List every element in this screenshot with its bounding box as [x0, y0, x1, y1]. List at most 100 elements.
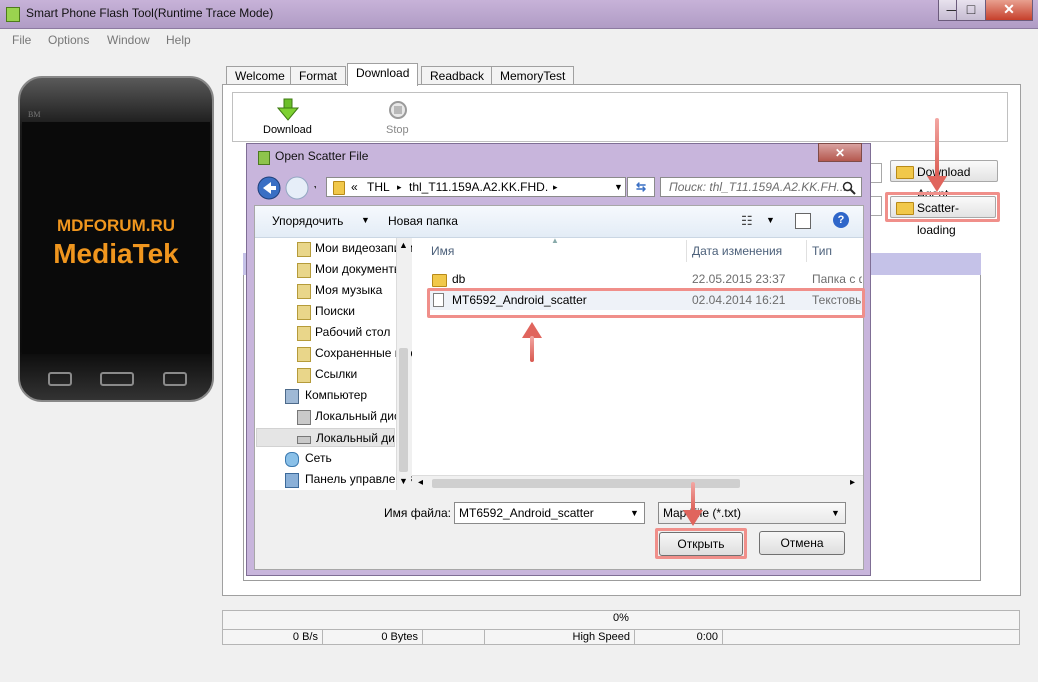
scroll-up-icon[interactable]: ▲ [399, 240, 408, 250]
maximize-button[interactable]: □ [956, 0, 986, 21]
scatter-loading-button[interactable]: Scatter-loading [890, 196, 996, 237]
saved-games-folder-icon [297, 347, 311, 362]
tab-format[interactable]: Format [290, 66, 347, 85]
nav-scroll-thumb[interactable] [399, 348, 408, 472]
help-icon[interactable]: ? [833, 212, 849, 228]
desktop-folder-icon [297, 326, 311, 341]
nav-label: Мои документы [315, 262, 403, 276]
filename-label: Имя файла: [384, 506, 451, 520]
status-speed: 0 B/s [223, 630, 323, 644]
back-key-icon [163, 372, 187, 386]
download-tool-label[interactable]: Download [263, 124, 312, 136]
status-mode: High Speed [485, 630, 635, 644]
breadcrumb-sep-icon: ▸ [553, 182, 558, 192]
menu-options[interactable]: Options [48, 33, 89, 47]
home-key-icon [100, 372, 134, 386]
scroll-down-icon[interactable]: ▼ [399, 476, 408, 486]
text-file-icon [433, 293, 444, 307]
network-icon [285, 452, 299, 467]
app-icon [6, 7, 20, 22]
view-chevron-icon[interactable]: ▼ [766, 215, 775, 225]
drive-icon [297, 436, 311, 444]
file-date: 02.04.2014 16:21 [692, 293, 786, 307]
tab-readback[interactable]: Readback [421, 66, 494, 85]
column-name[interactable]: Имя [431, 244, 454, 258]
annotation-arrow-down-icon [683, 510, 703, 526]
phone-brand: BM [28, 110, 41, 119]
file-hscrollbar[interactable]: ◂ ▸ [412, 475, 863, 491]
organize-chevron-icon: ▼ [361, 215, 370, 225]
menu-file[interactable]: File [12, 33, 31, 47]
new-folder-button[interactable]: Новая папка [388, 214, 458, 228]
annotation-arrow-down-icon [927, 176, 947, 192]
tab-welcome[interactable]: Welcome [226, 66, 294, 85]
breadcrumb-thl[interactable]: THL [367, 178, 390, 196]
download-arrow-icon[interactable] [277, 98, 299, 122]
address-bar[interactable]: « THL ▸ thl_T11.159A.A2.KK.FHD... ▸ ▼ [326, 177, 626, 197]
folder-icon [333, 181, 345, 195]
computer-icon [285, 389, 299, 404]
column-type[interactable]: Тип [812, 244, 832, 258]
refresh-icon[interactable]: ⇆ [627, 177, 655, 197]
search-icon[interactable] [842, 181, 856, 195]
tab-download[interactable]: Download [347, 63, 419, 86]
menu-window[interactable]: Window [107, 33, 150, 47]
scatter-loading-label: Scatter-loading [917, 201, 960, 237]
column-date[interactable]: Дата изменения [692, 244, 782, 258]
video-folder-icon [297, 242, 311, 257]
folder-icon [896, 202, 914, 215]
address-history-chevron-icon[interactable]: ▼ [614, 178, 623, 196]
folder-icon [896, 166, 914, 179]
menu-key-icon [48, 372, 72, 386]
file-name: db [452, 272, 466, 286]
scroll-left-icon[interactable]: ◂ [418, 477, 423, 488]
filename-value: MT6592_Android_scatter [459, 506, 594, 520]
scroll-right-icon[interactable]: ▸ [850, 477, 855, 488]
stop-icon[interactable] [388, 100, 408, 120]
tab-memorytest[interactable]: MemoryTest [491, 66, 575, 85]
nav-scrollbar[interactable]: ▲ ▼ [396, 238, 411, 490]
menu-bar: File Options Window Help [0, 29, 1038, 51]
back-button[interactable] [256, 175, 282, 201]
status-bar: 0 B/s 0 Bytes High Speed 0:00 [222, 629, 1020, 645]
filename-chevron-icon[interactable]: ▼ [630, 503, 639, 523]
phone-watermark-brand: MediaTek [53, 238, 179, 269]
organize-button[interactable]: Упорядочить [272, 214, 343, 228]
cancel-button[interactable]: Отмена [759, 531, 845, 555]
stop-tool-label[interactable]: Stop [386, 124, 409, 136]
dialog-close-button[interactable]: ✕ [818, 143, 862, 162]
close-window-button[interactable]: ✕ [985, 0, 1033, 21]
breadcrumb-folder[interactable]: thl_T11.159A.A2.KK.FHD... [409, 178, 549, 196]
links-folder-icon [297, 368, 311, 383]
file-type: Текстовь [812, 293, 862, 307]
preview-pane-icon[interactable] [795, 213, 811, 229]
view-options-icon[interactable]: ☷ [741, 213, 753, 229]
menu-help[interactable]: Help [166, 33, 191, 47]
folder-icon [432, 274, 447, 287]
file-row-db[interactable]: db 22.05.2015 23:37 Папка с ф [430, 270, 862, 289]
forward-button[interactable] [284, 175, 310, 201]
filename-input[interactable]: MT6592_Android_scatter ▼ [454, 502, 645, 524]
file-type: Папка с ф [812, 272, 862, 286]
status-empty [423, 630, 485, 644]
column-divider [806, 240, 807, 262]
file-type-chevron-icon[interactable]: ▼ [831, 503, 840, 523]
nav-label: Рабочий стол [315, 325, 391, 339]
nav-item-local-disk-2[interactable]: Локальный диск [256, 428, 395, 447]
documents-folder-icon [297, 263, 311, 278]
dialog-title: Open Scatter File [275, 149, 369, 163]
control-panel-icon [285, 473, 299, 488]
nav-label: Компьютер [305, 388, 368, 402]
breadcrumb-sep-icon: ▸ [397, 182, 402, 192]
sort-up-icon: ▲ [551, 236, 559, 245]
open-button[interactable]: Открыть [659, 532, 743, 556]
window-title: Smart Phone Flash Tool(Runtime Trace Mod… [26, 6, 274, 20]
disk-icon [297, 410, 311, 425]
search-input[interactable]: Поиск: thl_T11.159A.A2.KK.FH... [660, 177, 862, 197]
tool-strip [232, 92, 1008, 142]
status-time: 0:00 [635, 630, 723, 644]
file-row-scatter[interactable]: MT6592_Android_scatter 02.04.2014 16:21 … [430, 291, 862, 310]
progress-text: 0% [613, 612, 629, 624]
address-overflow[interactable]: « [351, 178, 358, 196]
search-placeholder: Поиск: thl_T11.159A.A2.KK.FH... [669, 180, 847, 194]
